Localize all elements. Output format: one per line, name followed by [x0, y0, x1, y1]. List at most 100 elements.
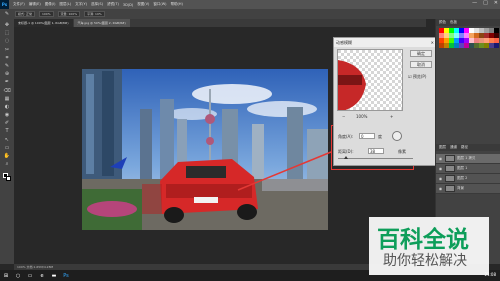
- dialog-title: 动感模糊: [336, 39, 352, 45]
- color-swatch[interactable]: [489, 33, 494, 38]
- color-swatch[interactable]: [494, 33, 499, 38]
- layer-row[interactable]: ◉ 图层 2: [436, 174, 500, 184]
- color-swatch[interactable]: [459, 43, 464, 48]
- color-swatch[interactable]: [444, 38, 449, 43]
- color-swatch[interactable]: [494, 43, 499, 48]
- color-swatch[interactable]: [489, 43, 494, 48]
- ok-button[interactable]: 确定: [410, 50, 432, 57]
- distance-input[interactable]: 38: [368, 148, 384, 154]
- zoom-out-icon[interactable]: −: [342, 114, 345, 119]
- layers-tabs: 图层 通道 路径: [436, 144, 500, 151]
- layer-row[interactable]: ◉ 背景: [436, 184, 500, 194]
- visibility-icon[interactable]: ◉: [438, 166, 443, 171]
- distance-unit: 像素: [398, 149, 406, 154]
- layer-name: 背景: [457, 186, 464, 190]
- color-swatch[interactable]: [479, 38, 484, 43]
- color-swatch[interactable]: [459, 28, 464, 33]
- zoom-in-icon[interactable]: +: [390, 114, 393, 119]
- layer-thumbnail: [445, 155, 455, 162]
- angle-unit: 度: [378, 134, 382, 139]
- cancel-button[interactable]: 取消: [410, 61, 432, 68]
- color-swatch[interactable]: [439, 28, 444, 33]
- color-swatch[interactable]: [484, 33, 489, 38]
- color-swatch[interactable]: [454, 43, 459, 48]
- browser-icon[interactable]: e: [39, 273, 45, 279]
- distance-label: 距离(D):: [338, 149, 354, 154]
- tab-color[interactable]: 颜色: [439, 20, 446, 25]
- color-swatch[interactable]: [454, 28, 459, 33]
- color-swatch[interactable]: [469, 33, 474, 38]
- color-swatch[interactable]: [469, 38, 474, 43]
- color-swatch[interactable]: [494, 38, 499, 43]
- layer-name: 图层 2: [457, 176, 468, 180]
- zoom-level: 100%: [356, 114, 368, 119]
- color-swatch[interactable]: [464, 28, 469, 33]
- dialog-titlebar[interactable]: 动感模糊 ✕: [334, 38, 436, 47]
- color-swatch[interactable]: [474, 28, 479, 33]
- folder-icon[interactable]: ▬: [51, 273, 57, 279]
- preview-label: 预览(P): [412, 74, 427, 79]
- windows-start-icon[interactable]: ⊞: [3, 273, 9, 279]
- layer-thumbnail: [445, 175, 455, 182]
- color-swatch[interactable]: [469, 28, 474, 33]
- color-swatch[interactable]: [464, 43, 469, 48]
- layer-row[interactable]: ◉ 图层 1: [436, 164, 500, 174]
- color-swatch[interactable]: [454, 38, 459, 43]
- color-swatch[interactable]: [439, 43, 444, 48]
- motion-blur-dialog: 动感模糊 ✕ 100% − + 确定 取消 ☑ 预览(P) 角度(A): 0 度…: [333, 37, 437, 166]
- color-swatch[interactable]: [454, 33, 459, 38]
- color-swatch[interactable]: [464, 38, 469, 43]
- color-swatch[interactable]: [479, 28, 484, 33]
- preview-checkbox[interactable]: ☑ 预览(P): [408, 74, 426, 80]
- filter-preview[interactable]: [337, 49, 403, 111]
- tab-paths[interactable]: 路径: [461, 145, 468, 150]
- color-swatch[interactable]: [474, 43, 479, 48]
- watermark-title: 百科全说: [377, 227, 469, 253]
- color-swatch[interactable]: [449, 38, 454, 43]
- watermark: 百科全说 助你轻松解决: [369, 217, 489, 275]
- angle-label: 角度(A):: [338, 134, 354, 139]
- color-swatch[interactable]: [444, 43, 449, 48]
- color-swatch[interactable]: [444, 28, 449, 33]
- color-swatch[interactable]: [484, 28, 489, 33]
- visibility-icon[interactable]: ◉: [438, 176, 443, 181]
- photoshop-icon[interactable]: Ps: [63, 273, 69, 279]
- search-icon[interactable]: ○: [15, 273, 21, 279]
- color-swatch[interactable]: [469, 43, 474, 48]
- color-swatch[interactable]: [439, 33, 444, 38]
- color-swatch[interactable]: [489, 38, 494, 43]
- color-swatch[interactable]: [479, 43, 484, 48]
- color-swatch[interactable]: [439, 38, 444, 43]
- color-swatch[interactable]: [444, 33, 449, 38]
- visibility-icon[interactable]: ◉: [438, 186, 443, 191]
- close-icon[interactable]: ✕: [431, 40, 434, 45]
- angle-input[interactable]: 0: [359, 133, 375, 139]
- watermark-subtitle: 助你轻松解决: [383, 253, 467, 269]
- layer-thumbnail: [445, 165, 455, 172]
- color-swatch[interactable]: [449, 28, 454, 33]
- visibility-icon[interactable]: ◉: [438, 156, 443, 161]
- layer-row[interactable]: ◉ 图层 1 拷贝: [436, 154, 500, 164]
- color-swatch[interactable]: [459, 33, 464, 38]
- layer-thumbnail: [445, 185, 455, 192]
- distance-slider-handle[interactable]: [344, 156, 348, 159]
- task-view-icon[interactable]: ▭: [27, 273, 33, 279]
- distance-slider[interactable]: [338, 158, 413, 159]
- tab-channels[interactable]: 通道: [450, 145, 457, 150]
- layers-list: ◉ 图层 1 拷贝 ◉ 图层 1 ◉ 图层 2 ◉ 背景: [436, 154, 500, 194]
- color-swatch[interactable]: [489, 28, 494, 33]
- color-swatch[interactable]: [474, 33, 479, 38]
- color-swatch[interactable]: [484, 38, 489, 43]
- color-swatch[interactable]: [494, 28, 499, 33]
- tab-swatches[interactable]: 色板: [450, 20, 457, 25]
- color-swatch[interactable]: [449, 33, 454, 38]
- color-swatch[interactable]: [464, 33, 469, 38]
- color-swatch[interactable]: [449, 43, 454, 48]
- color-swatch[interactable]: [479, 33, 484, 38]
- color-swatch[interactable]: [484, 43, 489, 48]
- swatch-grid: [439, 28, 499, 48]
- tab-layers[interactable]: 图层: [439, 145, 446, 150]
- color-swatch[interactable]: [474, 38, 479, 43]
- color-swatch[interactable]: [459, 38, 464, 43]
- angle-dial[interactable]: [392, 131, 402, 141]
